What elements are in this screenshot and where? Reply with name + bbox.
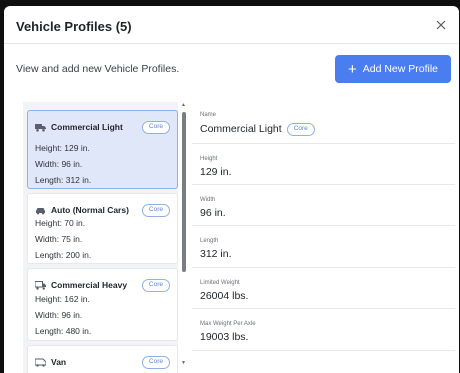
detail-length-label: Length	[200, 238, 219, 244]
detail-width-field: Width 96 in.	[192, 185, 455, 226]
profile-detail-panel: Name Commercial Light Core Height 129 in…	[192, 102, 455, 373]
detail-name-text: Commercial Light	[200, 123, 282, 136]
detail-width-value: 96 in.	[200, 207, 226, 219]
scrollbar-thumb[interactable]	[182, 112, 186, 272]
detail-limited-weight-field: Limited Weight 26004 lbs.	[192, 268, 455, 309]
profile-name-text: Van	[51, 357, 67, 367]
profile-height: Height: 162 in.	[35, 294, 90, 304]
detail-max-weight-label: Max Weight Per Axle	[200, 321, 256, 327]
profile-card-auto[interactable]: Auto (Normal Cars) Core Height: 70 in. W…	[27, 193, 178, 264]
profile-width: Width: 96 in.	[35, 159, 83, 169]
profile-name: Van	[35, 357, 66, 367]
detail-max-weight-field: Max Weight Per Axle 19003 lbs.	[192, 309, 455, 351]
profile-width: Width: 96 in.	[35, 310, 83, 320]
detail-height-field: Height 129 in.	[192, 144, 455, 185]
modal-header: Vehicle Profiles (5)	[4, 6, 459, 44]
core-badge: Core	[141, 279, 170, 292]
profile-name-text: Commercial Heavy	[51, 280, 128, 290]
detail-width-label: Width	[200, 197, 216, 203]
plus-icon: +	[347, 60, 357, 78]
profile-length: Length: 480 in.	[35, 326, 92, 336]
detail-name-label: Name	[200, 112, 217, 118]
vehicle-profiles-modal: Vehicle Profiles (5) View and add new Ve…	[4, 6, 459, 373]
core-badge: Core	[141, 121, 170, 134]
profile-name-text: Auto (Normal Cars)	[51, 205, 129, 215]
profile-length: Length: 200 in.	[35, 250, 92, 260]
scroll-up-icon[interactable]: ▲	[181, 102, 186, 108]
car-icon	[36, 207, 45, 214]
profile-height: Height: 70 in.	[35, 218, 86, 228]
modal-description: View and add new Vehicle Profiles.	[16, 63, 180, 75]
close-icon[interactable]	[433, 17, 449, 33]
detail-length-value: 312 in.	[200, 248, 232, 260]
add-new-profile-button[interactable]: + Add New Profile	[335, 55, 451, 83]
detail-limited-weight-label: Limited Weight	[200, 280, 240, 286]
profile-width: Width: 75 in.	[35, 234, 83, 244]
detail-name-value: Commercial Light Core	[200, 123, 315, 136]
modal-title: Vehicle Profiles (5)	[16, 19, 132, 34]
core-badge: Core	[141, 356, 170, 369]
add-new-profile-label: Add New Profile	[362, 63, 439, 75]
detail-length-field: Length 312 in.	[192, 226, 455, 268]
detail-name-field: Name Commercial Light Core	[192, 102, 455, 144]
truck-icon	[35, 123, 46, 132]
profile-name: Commercial Light	[35, 122, 123, 132]
core-badge: Core	[141, 204, 170, 217]
core-badge: Core	[286, 123, 315, 136]
van-icon	[35, 358, 46, 367]
profile-name: Auto (Normal Cars)	[35, 205, 129, 215]
scroll-down-icon[interactable]: ▼	[181, 360, 186, 366]
profile-list[interactable]: Commercial Light Core Height: 129 in. Wi…	[23, 102, 178, 373]
profile-card-commercial-heavy[interactable]: Commercial Heavy Core Height: 162 in. Wi…	[27, 268, 178, 341]
screen-frame: Vehicle Profiles (5) View and add new Ve…	[0, 0, 460, 373]
profile-card-commercial-light[interactable]: Commercial Light Core Height: 129 in. Wi…	[27, 110, 178, 189]
profile-height: Height: 129 in.	[35, 143, 90, 153]
detail-height-label: Height	[200, 156, 218, 162]
profile-name-text: Commercial Light	[51, 122, 123, 132]
heavy-truck-icon	[35, 280, 46, 290]
detail-limited-weight-value: 26004 lbs.	[200, 290, 249, 302]
profile-name: Commercial Heavy	[35, 280, 127, 290]
profile-card-van[interactable]: Van Core	[27, 345, 178, 373]
detail-max-weight-value: 19003 lbs.	[200, 331, 249, 343]
detail-height-value: 129 in.	[200, 166, 232, 178]
profile-length: Length: 312 in.	[35, 175, 92, 185]
profile-list-scrollbar[interactable]: ▲ ▼	[181, 102, 187, 373]
